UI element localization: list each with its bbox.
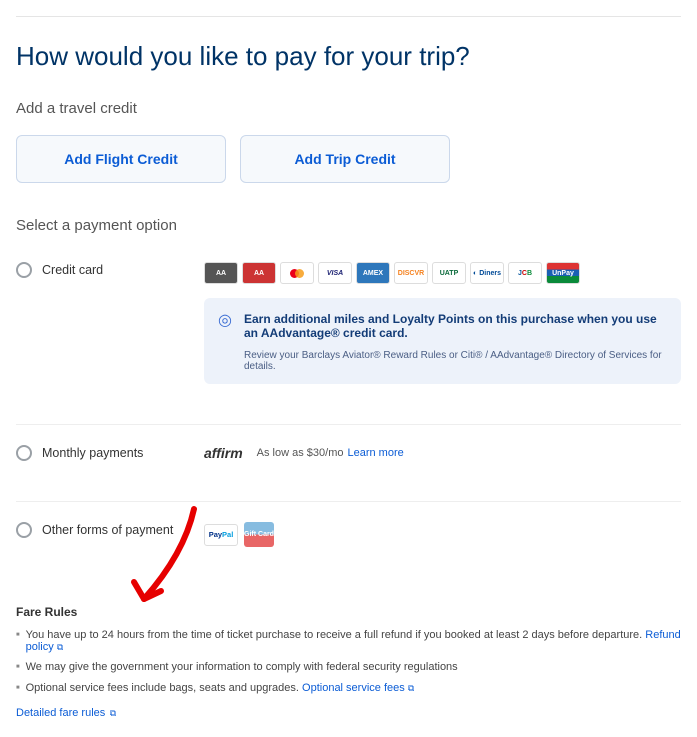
optional-service-fees-link[interactable]: Optional service fees	[302, 682, 405, 694]
card-icon-jcb: JCB	[508, 262, 542, 284]
fare-rules-heading: Fare Rules	[16, 605, 681, 619]
card-icon-visa: VISA	[318, 262, 352, 284]
affirm-rate-text: As low as $30/mo	[257, 447, 344, 459]
card-icon-aa-dark: AA	[204, 262, 238, 284]
external-link-icon: ⧉	[110, 708, 116, 718]
miles-promo-text: Earn additional miles and Loyalty Points…	[244, 312, 667, 340]
card-icon-diners: ◐ Diners	[470, 262, 504, 284]
page-title: How would you like to pay for your trip?	[16, 41, 681, 72]
other-payment-label: Other forms of payment	[42, 523, 173, 537]
affirm-learn-more-link[interactable]: Learn more	[347, 447, 403, 459]
monthly-payments-label: Monthly payments	[42, 446, 143, 460]
card-icon-aa-red: AA	[242, 262, 276, 284]
paypal-icon: PayPal	[204, 524, 238, 546]
add-flight-credit-button[interactable]: Add Flight Credit	[16, 135, 226, 183]
card-brand-icons: AA AA VISA AMEX DISCVR UATP ◐ Diners JCB…	[204, 262, 681, 284]
other-payment-radio[interactable]	[16, 522, 32, 538]
card-icon-unionpay: UnPay	[546, 262, 580, 284]
monthly-payments-radio[interactable]	[16, 445, 32, 461]
fare-rule-1: You have up to 24 hours from the time of…	[16, 629, 681, 653]
detailed-fare-rules-link[interactable]: Detailed fare rules	[16, 707, 105, 719]
affirm-logo: affirm	[204, 445, 243, 461]
credit-card-radio[interactable]	[16, 262, 32, 278]
miles-sub-text: Review your Barclays Aviator® Reward Rul…	[244, 350, 667, 372]
gift-card-icon: Gift Card	[244, 522, 274, 547]
fare-rule-3: Optional service fees include bags, seat…	[16, 682, 681, 695]
payment-option-label: Select a payment option	[16, 217, 681, 234]
travel-credit-label: Add a travel credit	[16, 100, 681, 117]
fare-rule-2: We may give the government your informat…	[16, 661, 681, 674]
card-icon-amex: AMEX	[356, 262, 390, 284]
card-icon-mastercard	[280, 262, 314, 284]
loyalty-icon: ◎	[218, 313, 232, 329]
card-icon-discover: DISCVR	[394, 262, 428, 284]
card-icon-uatp: UATP	[432, 262, 466, 284]
external-link-icon: ⧉	[57, 642, 63, 652]
credit-card-label: Credit card	[42, 263, 103, 277]
external-link-icon: ⧉	[408, 683, 414, 693]
add-trip-credit-button[interactable]: Add Trip Credit	[240, 135, 450, 183]
